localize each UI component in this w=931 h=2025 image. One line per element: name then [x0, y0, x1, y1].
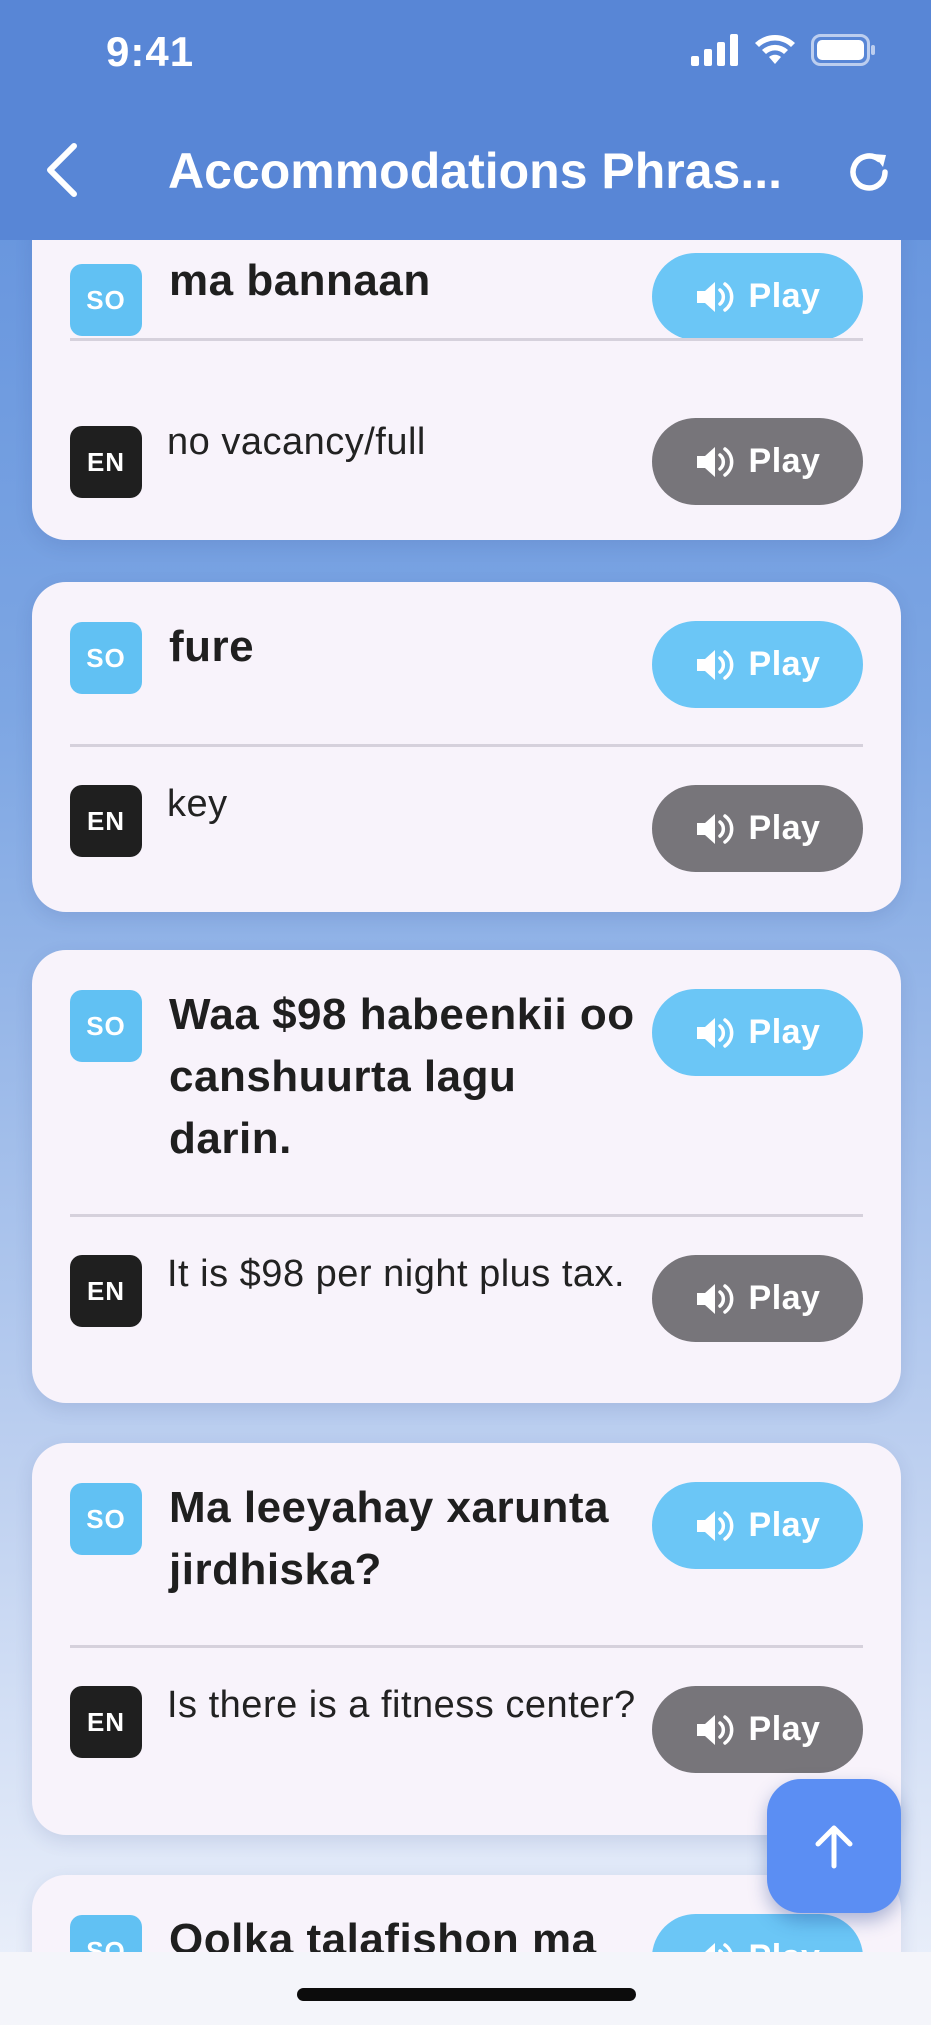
play-label: Play: [749, 1938, 821, 1952]
play-label: Play: [748, 1710, 821, 1748]
play-label: Play: [748, 1279, 821, 1317]
play-somali-button[interactable]: Play: [652, 989, 863, 1076]
divider: [70, 1214, 863, 1217]
en-badge: EN: [70, 785, 142, 857]
play-label: Play: [748, 809, 821, 847]
play-somali-button[interactable]: Play: [652, 1914, 863, 1952]
home-indicator-bar: [0, 1952, 931, 2025]
phrase-card: SO Waa $98 habeenkii oo canshuurta lagu …: [32, 950, 901, 1403]
play-label: Play: [748, 645, 821, 683]
scroll-to-top-button[interactable]: [767, 1779, 901, 1913]
somali-phrase: fure: [169, 622, 255, 671]
english-phrase: It is $98 per night plus tax.: [167, 1253, 626, 1295]
play-label: Play: [748, 442, 821, 480]
wifi-icon: [755, 35, 795, 64]
refresh-icon: [850, 153, 888, 191]
divider: [70, 338, 863, 341]
status-icons: [691, 34, 877, 66]
speaker-icon: [696, 649, 733, 680]
back-button[interactable]: [38, 138, 88, 202]
speaker-icon: [696, 281, 733, 312]
refresh-button[interactable]: [843, 146, 895, 198]
speaker-icon: [696, 1714, 733, 1745]
phrase-card: SO ma bannaan Play EN no vacancy/full Pl…: [32, 240, 901, 540]
play-somali-button[interactable]: Play: [652, 253, 863, 340]
en-badge: EN: [70, 426, 142, 498]
home-indicator[interactable]: [297, 1988, 636, 2001]
signal-icon: [691, 34, 738, 66]
app-header: 9:41 Accommodations Phras...: [0, 0, 931, 240]
divider: [70, 1645, 863, 1648]
page-title: Accommodations Phras...: [168, 143, 783, 199]
so-badge: SO: [70, 1483, 142, 1555]
phrase-card: SO fure Play EN key Play: [32, 582, 901, 912]
so-badge: SO: [70, 264, 142, 336]
status-time: 9:41: [106, 28, 195, 75]
phrase-list[interactable]: SO ma bannaan Play EN no vacancy/full Pl…: [0, 240, 931, 1952]
somali-phrase: Qolka talafishon ma: [169, 1915, 597, 1952]
english-phrase: no vacancy/full: [167, 421, 426, 463]
so-badge: SO: [70, 622, 142, 694]
speaker-icon: [696, 813, 733, 844]
somali-phrase: Waa $98 habeenkii oo canshuurta lagu dar…: [169, 990, 635, 1163]
speaker-icon: [696, 446, 733, 477]
play-english-button[interactable]: Play: [652, 1255, 863, 1342]
battery-icon: [811, 34, 875, 66]
play-somali-button[interactable]: Play: [652, 1482, 863, 1569]
somali-phrase: ma bannaan: [169, 256, 431, 305]
so-badge: SO: [70, 1915, 142, 1952]
play-label: Play: [748, 277, 821, 315]
play-somali-button[interactable]: Play: [652, 621, 863, 708]
speaker-icon: [696, 1283, 733, 1314]
back-icon: [47, 143, 77, 197]
arrow-up-icon: [815, 1825, 853, 1869]
play-english-button[interactable]: Play: [652, 1686, 863, 1773]
english-phrase: Is there is a fitness center?: [167, 1684, 636, 1726]
en-badge: EN: [70, 1255, 142, 1327]
somali-phrase: Ma leeyahay xarunta jirdhiska?: [169, 1483, 609, 1594]
play-english-button[interactable]: Play: [652, 785, 863, 872]
play-label: Play: [748, 1506, 821, 1544]
english-phrase: key: [167, 783, 228, 825]
en-badge: EN: [70, 1686, 142, 1758]
phrase-card: SO Ma leeyahay xarunta jirdhiska? Play E…: [32, 1443, 901, 1835]
speaker-icon: [696, 1942, 732, 1952]
divider: [70, 744, 863, 747]
speaker-icon: [696, 1017, 733, 1048]
speaker-icon: [696, 1510, 733, 1541]
play-english-button[interactable]: Play: [652, 418, 863, 505]
so-badge: SO: [70, 990, 142, 1062]
play-label: Play: [748, 1013, 821, 1051]
